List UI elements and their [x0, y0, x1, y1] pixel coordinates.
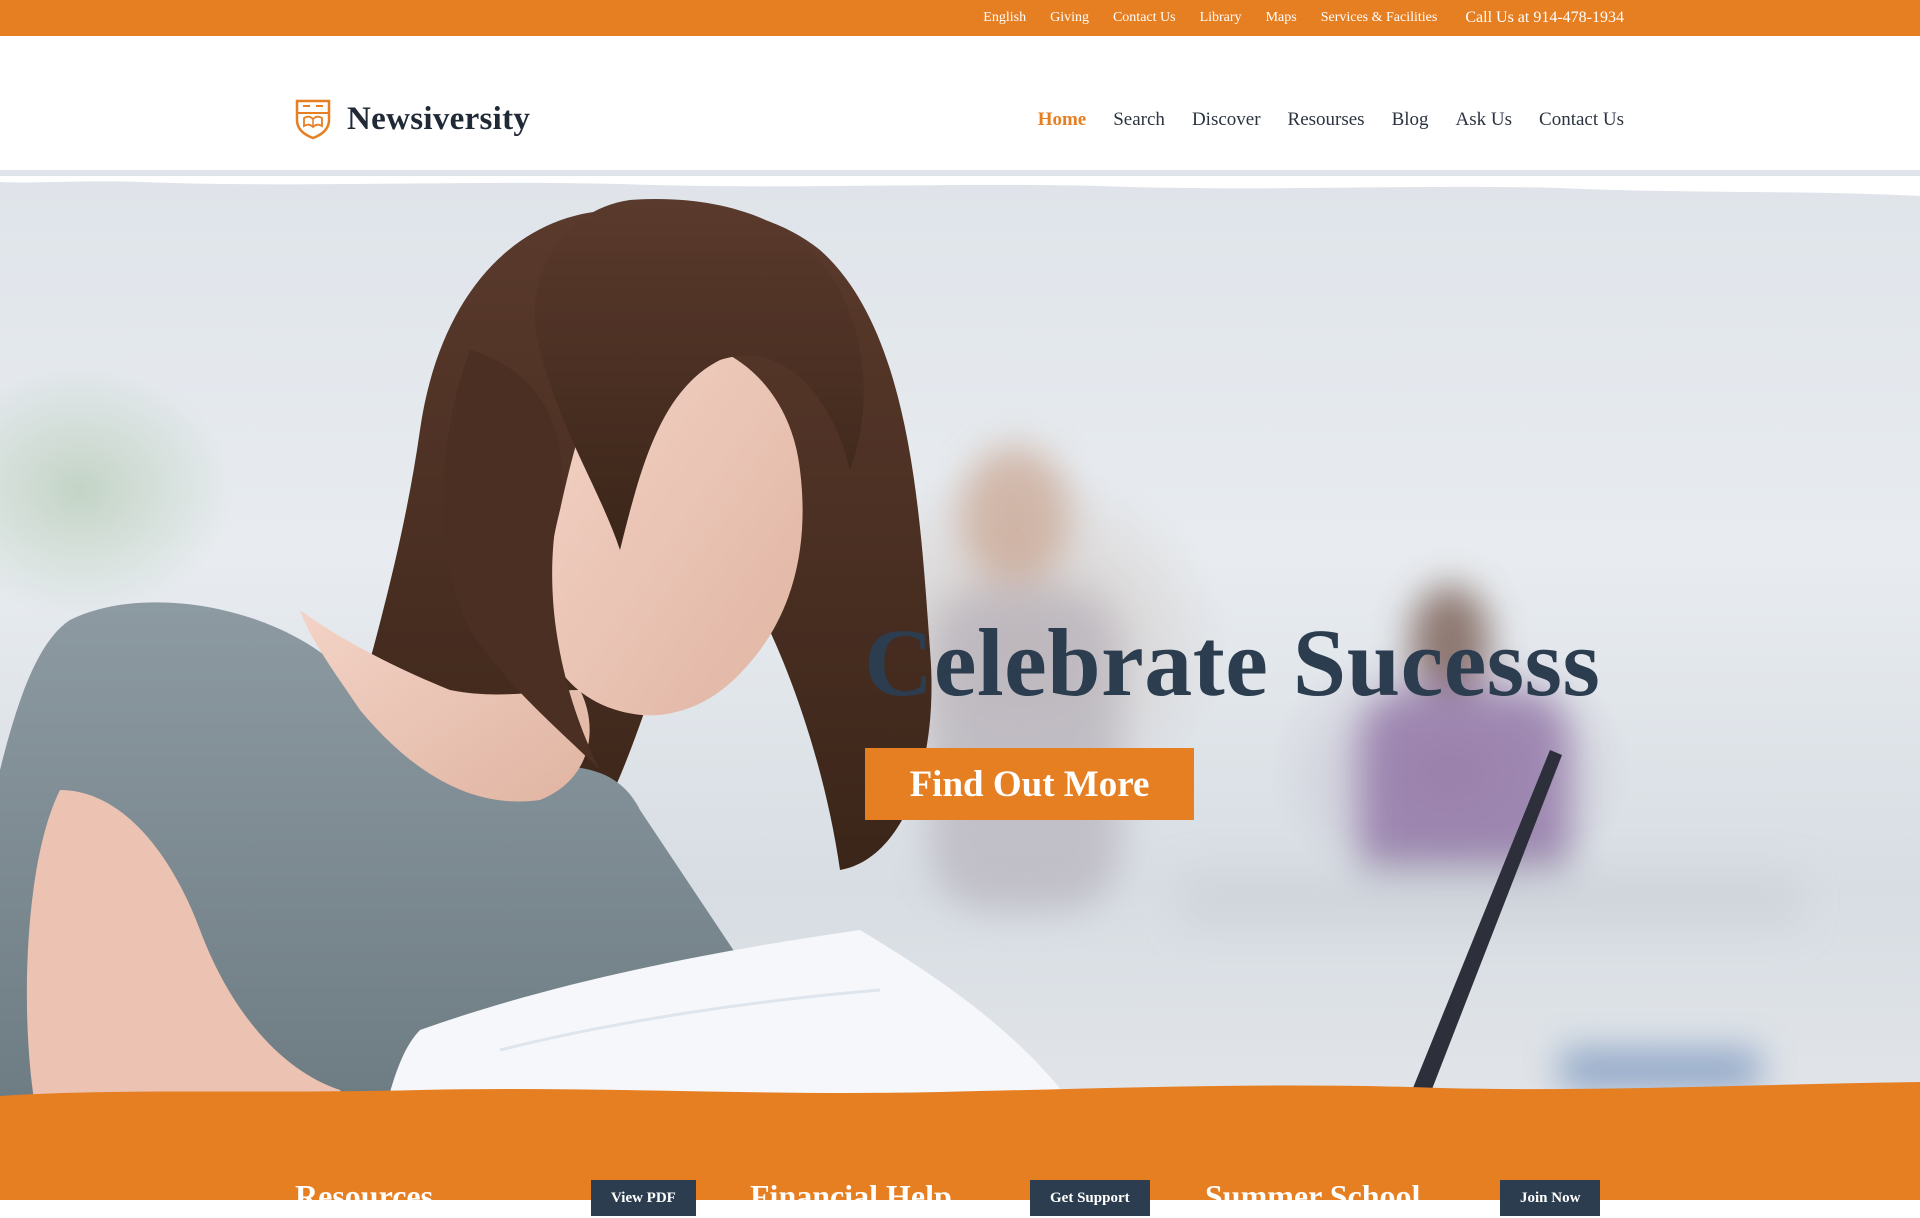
site-logo[interactable]: Newsiversity: [294, 98, 530, 140]
nav-item-discover[interactable]: Discover: [1192, 109, 1261, 131]
feature-title: Resources: [295, 1178, 434, 1214]
nav-item-resources[interactable]: Resourses: [1288, 109, 1365, 131]
hero-title: Celebrate Sucesss: [864, 609, 1601, 716]
feature-strip-edge: [0, 1082, 1920, 1108]
nav-item-ask-us[interactable]: Ask Us: [1456, 109, 1512, 131]
utility-link-english[interactable]: English: [983, 10, 1026, 26]
find-out-more-button[interactable]: Find Out More: [865, 748, 1194, 820]
nav-item-search[interactable]: Search: [1113, 109, 1165, 131]
utility-link-library[interactable]: Library: [1200, 10, 1242, 26]
utility-link-giving[interactable]: Giving: [1050, 10, 1089, 26]
nav-item-home[interactable]: Home: [1038, 109, 1087, 131]
utility-link-services[interactable]: Services & Facilities: [1321, 10, 1438, 26]
site-header: Newsiversity Home Search Discover Resour…: [0, 36, 1920, 186]
shield-crest-icon: [295, 99, 331, 140]
feature-summer-school: Summer School Join Now: [1205, 1178, 1625, 1218]
hero-banner: Celebrate Sucesss Find Out More: [0, 170, 1920, 1130]
feature-strip: Resources View PDF Financial Help Get Su…: [0, 1082, 1920, 1216]
feature-resources: Resources View PDF: [295, 1178, 715, 1218]
view-pdf-button[interactable]: View PDF: [591, 1180, 696, 1216]
brand-name: Newsiversity: [347, 100, 531, 137]
top-utility-bar: English Giving Contact Us Library Maps S…: [0, 0, 1920, 36]
feature-financial-help: Financial Help Get Support: [750, 1178, 1170, 1218]
utility-links: English Giving Contact Us Library Maps S…: [959, 0, 1624, 36]
join-now-button[interactable]: Join Now: [1500, 1180, 1601, 1216]
get-support-button[interactable]: Get Support: [1030, 1180, 1150, 1216]
nav-item-contact-us[interactable]: Contact Us: [1539, 109, 1624, 131]
utility-link-contact[interactable]: Contact Us: [1113, 10, 1176, 26]
phone-number: Call Us at 914-478-1934: [1465, 9, 1624, 26]
main-navigation: Home Search Discover Resourses Blog Ask …: [1011, 109, 1624, 131]
nav-item-blog[interactable]: Blog: [1392, 109, 1429, 131]
utility-link-maps[interactable]: Maps: [1266, 10, 1297, 26]
feature-title: Financial Help: [750, 1178, 952, 1214]
hero-top-edge: [0, 176, 1920, 196]
feature-title: Summer School: [1205, 1178, 1421, 1214]
